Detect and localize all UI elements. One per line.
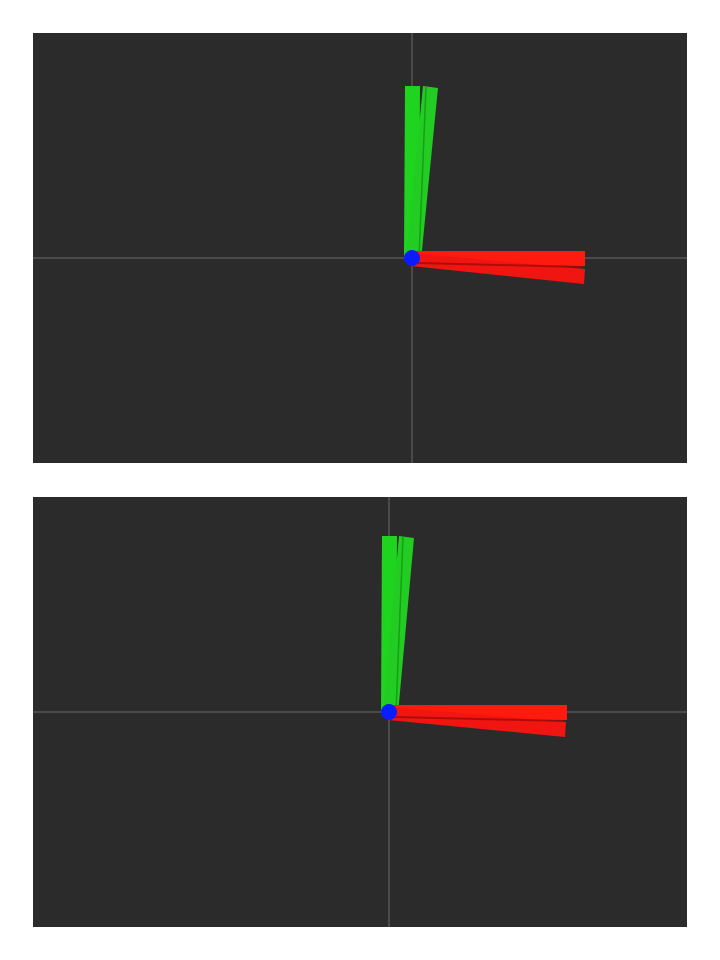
origin-marker — [404, 250, 420, 266]
viewport-background — [33, 33, 687, 463]
scene-canvas-bottom[interactable] — [33, 497, 687, 927]
viewport-3d-bottom[interactable] — [33, 497, 687, 927]
origin-marker — [381, 704, 397, 720]
viewport-3d-top[interactable] — [33, 33, 687, 463]
page — [0, 0, 720, 960]
scene-canvas-top[interactable] — [33, 33, 687, 463]
